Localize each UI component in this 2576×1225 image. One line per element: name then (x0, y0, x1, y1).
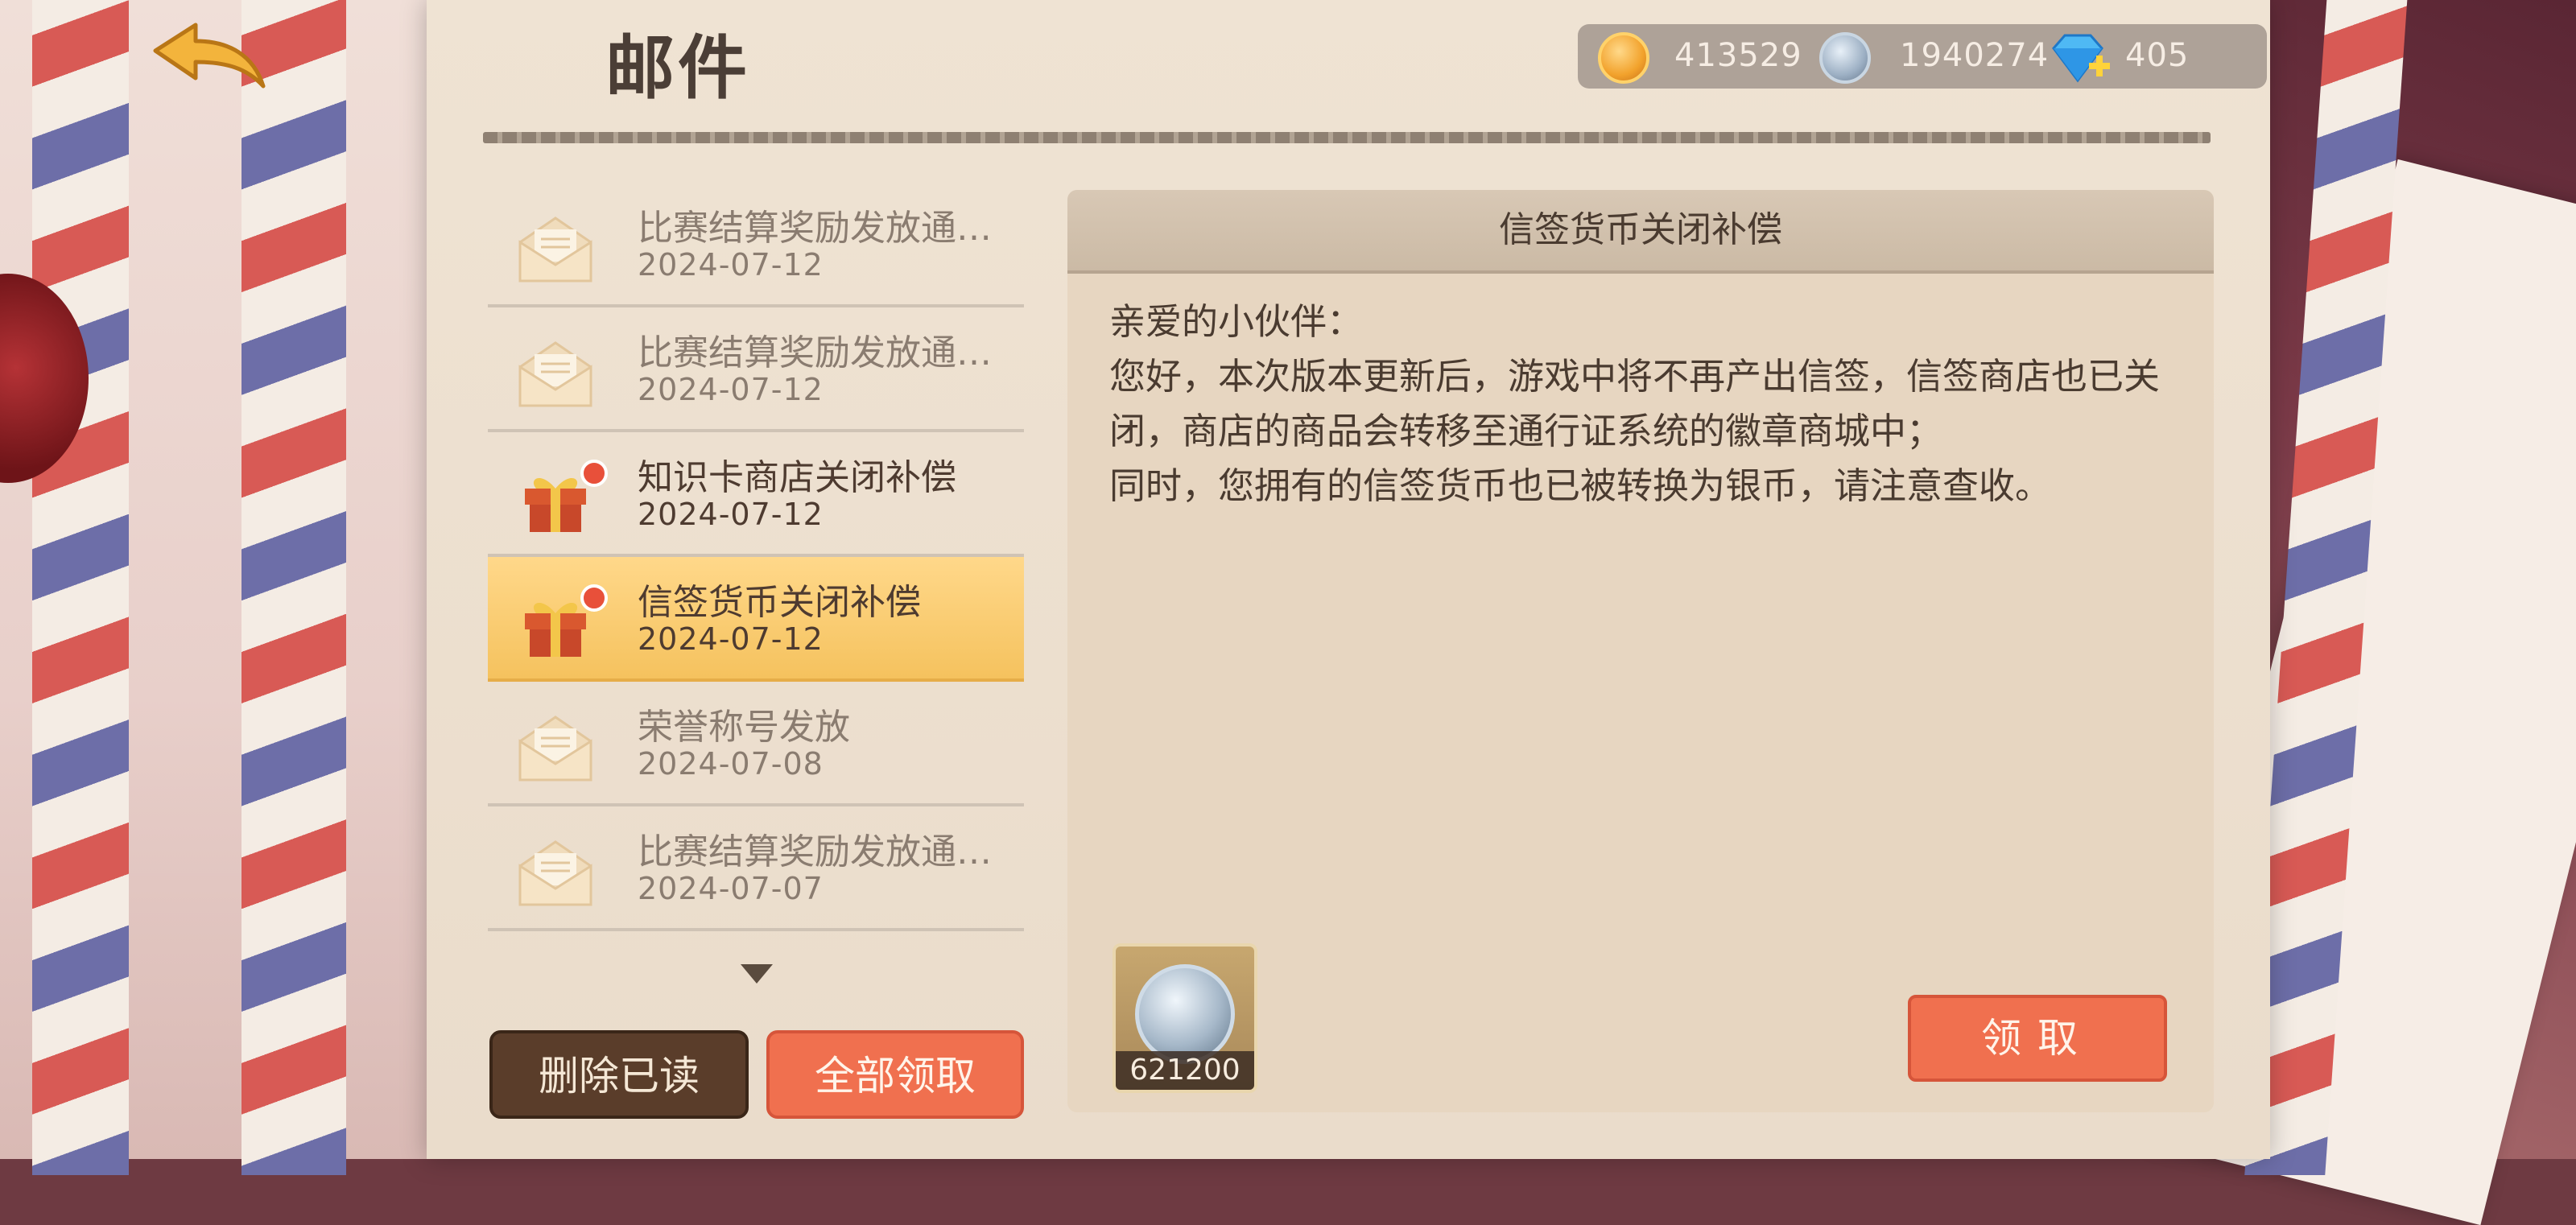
mail-list-item[interactable]: 比赛结算奖励发放通… 2024-07-12 (488, 307, 1024, 432)
mail-detail: 信签货币关闭补偿 亲爱的小伙伴： 您好，本次版本更新后，游戏中将不再产出信签，信… (1067, 190, 2214, 1112)
mail-subject: 比赛结算奖励发放通… (638, 831, 992, 872)
claim-all-button[interactable]: 全部领取 (766, 1030, 1024, 1119)
mail-list-item[interactable]: 荣誉称号发放 2024-07-08 (488, 682, 1024, 806)
back-button[interactable] (149, 20, 270, 101)
mail-date: 2024-07-12 (638, 372, 824, 407)
mail-subject: 信签货币关闭补偿 (638, 582, 921, 623)
mail-list-item[interactable]: 知识卡商店关闭补偿 2024-07-12 (488, 432, 1024, 557)
back-arrow-icon (153, 23, 266, 89)
envelope-icon (517, 340, 594, 409)
mail-subject: 比赛结算奖励发放通… (638, 332, 992, 373)
reward-item[interactable]: 621200 (1113, 943, 1257, 1093)
gold-coin-icon (1598, 32, 1649, 84)
gold-amount: 413529 (1674, 37, 1802, 74)
mail-date: 2024-07-12 (638, 497, 824, 532)
silver-coin-icon (1135, 964, 1235, 1064)
mail-subject: 知识卡商店关闭补偿 (638, 457, 956, 498)
mail-date: 2024-07-07 (638, 871, 824, 906)
envelope-icon (517, 215, 594, 284)
unread-badge (580, 460, 608, 487)
scroll-down-icon[interactable] (741, 964, 773, 984)
silver-amount: 1940274 (1900, 37, 2050, 74)
silver-coin-icon (1819, 32, 1871, 84)
mail-date: 2024-07-12 (638, 621, 824, 657)
delete-read-button[interactable]: 删除已读 (489, 1030, 749, 1119)
mail-detail-body: 亲爱的小伙伴： 您好，本次版本更新后，游戏中将不再产出信签，信签商店也已关闭，商… (1109, 295, 2164, 514)
divider (483, 132, 2211, 143)
page-title: 邮件 (605, 28, 750, 109)
gem-amount: 405 (2125, 37, 2190, 74)
airmail-stripe-decoration (242, 0, 346, 1175)
airmail-stripe-decoration (32, 0, 129, 1175)
envelope-icon (517, 714, 594, 783)
mail-subject: 荣誉称号发放 (638, 707, 850, 748)
mail-date: 2024-07-08 (638, 746, 824, 782)
claim-button[interactable]: 领取 (1908, 995, 2167, 1082)
mail-subject: 比赛结算奖励发放通… (638, 208, 992, 249)
diamond-add-icon[interactable] (2049, 31, 2113, 87)
mail-body-text-2: 同时，您拥有的信签货币也已被转换为银币，请注意查收。 (1109, 464, 2052, 507)
reward-count: 621200 (1116, 1051, 1254, 1090)
mail-detail-title: 信签货币关闭补偿 (1067, 190, 2214, 274)
mail-greeting: 亲爱的小伙伴： (1109, 300, 1364, 343)
mail-list-item[interactable]: 信签货币关闭补偿 2024-07-12 (488, 557, 1024, 682)
mail-body-text: 您好，本次版本更新后，游戏中将不再产出信签，信签商店也已关闭，商店的商品会转移至… (1109, 355, 2161, 452)
currency-bar: 413529 1940274 405 (1578, 24, 2267, 89)
unread-badge (580, 584, 608, 612)
mail-list: 比赛结算奖励发放通… 2024-07-12 比赛结算奖励发放通… 2024-07-12… (488, 183, 1024, 931)
mail-list-item[interactable]: 比赛结算奖励发放通… 2024-07-12 (488, 183, 1024, 307)
mail-list-item[interactable]: 比赛结算奖励发放通… 2024-07-07 (488, 806, 1024, 931)
envelope-icon (517, 839, 594, 908)
mail-date: 2024-07-12 (638, 247, 824, 283)
